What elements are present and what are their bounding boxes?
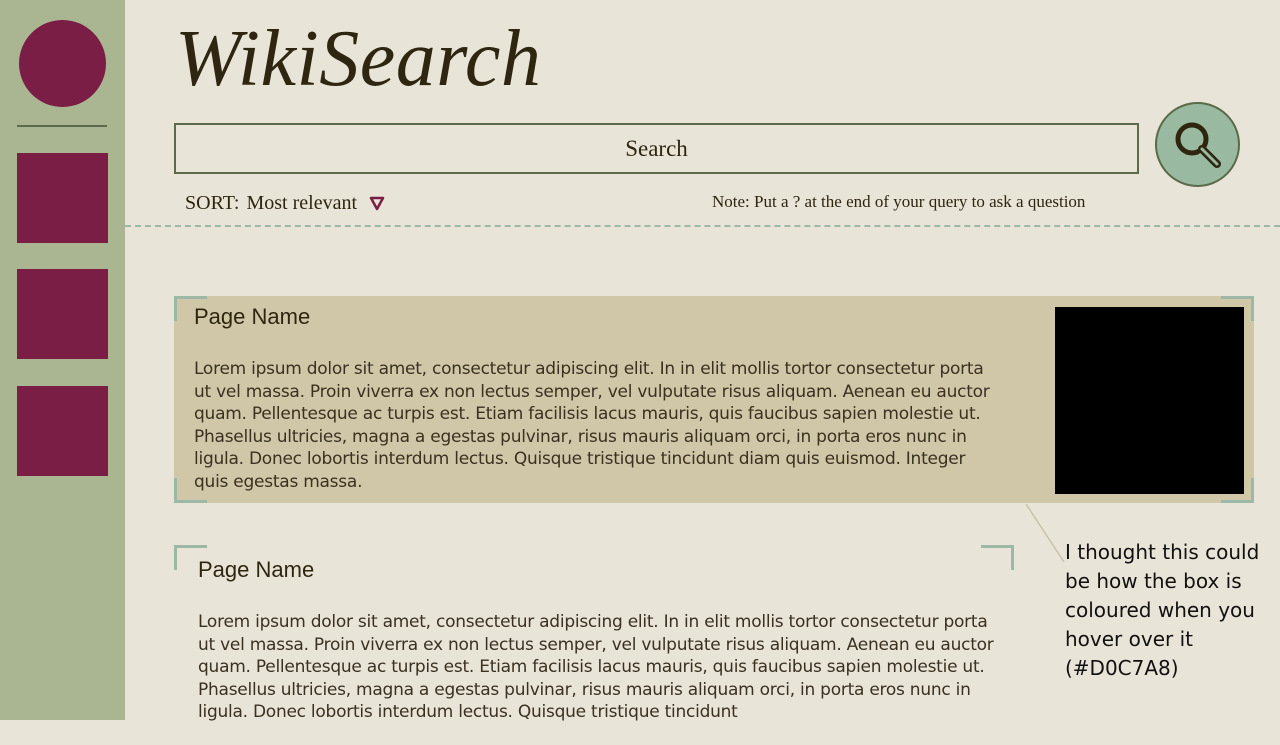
result-title[interactable]: Page Name bbox=[198, 557, 314, 583]
result-card[interactable]: Page Name Lorem ipsum dolor sit amet, co… bbox=[174, 545, 1014, 745]
sidebar-item-1[interactable] bbox=[17, 153, 108, 243]
result-thumbnail[interactable] bbox=[1055, 307, 1244, 494]
sidebar-item-3[interactable] bbox=[17, 386, 108, 476]
header-divider bbox=[125, 225, 1280, 227]
search-input[interactable]: Search bbox=[174, 123, 1139, 174]
search-button[interactable] bbox=[1155, 102, 1240, 187]
avatar[interactable] bbox=[19, 20, 106, 107]
result-title[interactable]: Page Name bbox=[194, 304, 310, 330]
sort-dropdown[interactable]: SORT: Most relevant bbox=[185, 190, 385, 216]
app-logo: WikiSearch bbox=[175, 15, 542, 103]
sidebar-item-2[interactable] bbox=[17, 269, 108, 359]
sort-value: Most relevant bbox=[246, 191, 358, 214]
callout-line bbox=[1025, 503, 1065, 563]
sidebar-divider bbox=[17, 125, 107, 127]
triangle-down-icon[interactable] bbox=[369, 195, 385, 211]
query-hint: Note: Put a ? at the end of your query t… bbox=[712, 192, 1086, 211]
magnifier-icon bbox=[1175, 122, 1221, 168]
result-card-hovered[interactable]: Page Name Lorem ipsum dolor sit amet, co… bbox=[174, 296, 1254, 503]
design-note: I thought this could be how the box is c… bbox=[1065, 540, 1260, 680]
sidebar bbox=[0, 0, 125, 720]
sort-label: SORT: bbox=[185, 191, 240, 214]
card-corner bbox=[981, 545, 1014, 570]
result-snippet: Lorem ipsum dolor sit amet, consectetur … bbox=[194, 359, 990, 492]
result-snippet: Lorem ipsum dolor sit amet, consectetur … bbox=[198, 612, 994, 722]
